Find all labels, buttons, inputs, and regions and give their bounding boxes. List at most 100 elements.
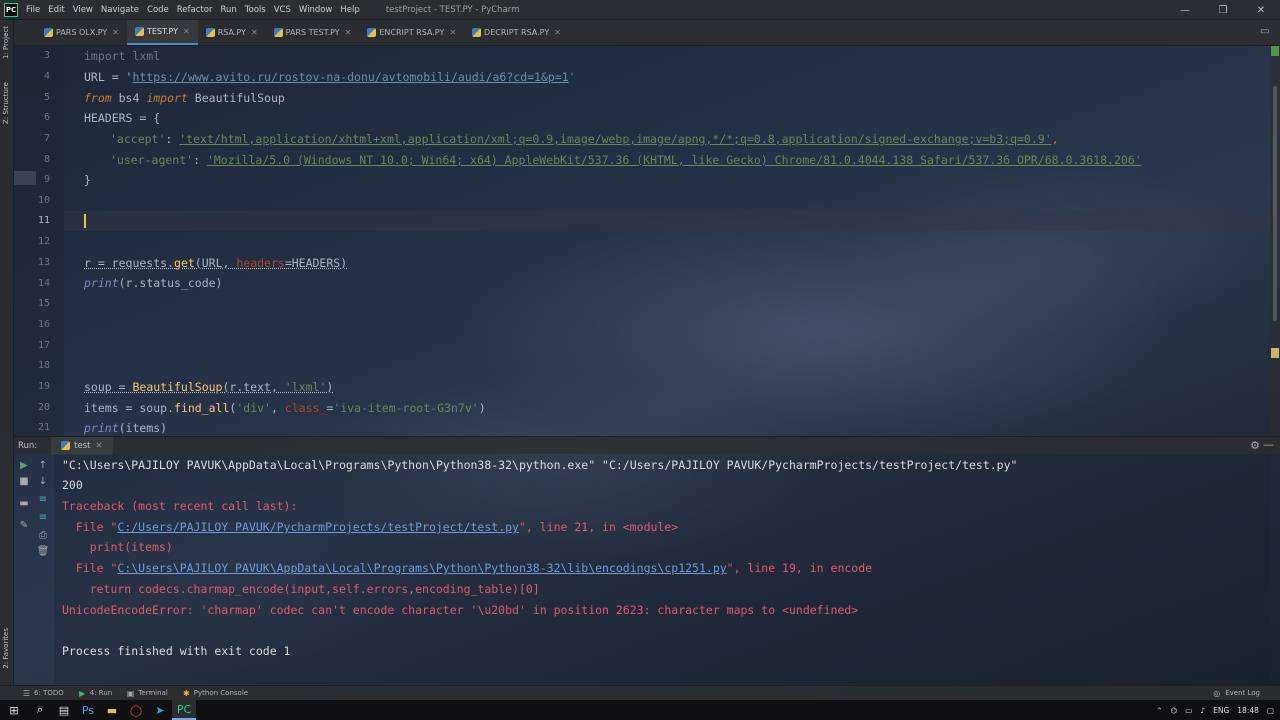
code-line-9: } [84, 173, 91, 187]
gear-icon[interactable]: ⚙ [1250, 439, 1260, 452]
down-arrow-icon[interactable]: ↓ [36, 474, 50, 488]
project-tool-tab[interactable]: 1: Project [2, 26, 10, 59]
code-editor[interactable]: import lxml URL = 'https://www.avito.ru/… [64, 46, 1270, 436]
windows-start-icon[interactable]: ⊞ [0, 700, 28, 720]
menu-vcs[interactable]: VCS [274, 5, 291, 15]
left-tool-strip: 1: Project Z: Structure 2: Favorites [0, 20, 14, 685]
pin-icon[interactable]: ✎ [17, 518, 31, 532]
close-tab-icon[interactable]: ✕ [112, 28, 119, 37]
tab-rsa[interactable]: RSA.PY ✕ [198, 20, 266, 45]
terminal-tool-button[interactable]: ▣ Terminal [126, 689, 168, 698]
tab-pars-test[interactable]: PARS TEST.PY ✕ [266, 20, 360, 45]
inspection-status-icon[interactable] [1271, 46, 1279, 56]
run-tab-test[interactable]: test ✕ [51, 436, 113, 455]
menu-code[interactable]: Code [147, 5, 169, 15]
tab-decript-rsa[interactable]: DECRIPT RSA.PY ✕ [464, 20, 569, 45]
console-file-line: File "C:\Users\PAJILOY PAVUK\AppData\Loc… [62, 561, 873, 575]
menu-help[interactable]: Help [340, 5, 359, 15]
run-panel-header: Run: test ✕ ⚙ — [14, 436, 1280, 455]
event-log-button[interactable]: ◎ Event Log [1213, 689, 1260, 698]
menu-navigate[interactable]: Navigate [101, 5, 139, 15]
close-tab-icon[interactable]: ✕ [554, 28, 561, 37]
run-tool-button[interactable]: ▶ 4: Run [78, 689, 112, 698]
line-number: 10 [37, 195, 50, 206]
code-line-4: URL = 'https://www.avito.ru/rostov-na-do… [84, 70, 576, 84]
tab-encript-rsa[interactable]: ENCRIPT RSA.PY ✕ [359, 20, 464, 45]
structure-tool-tab[interactable]: Z: Structure [2, 82, 10, 124]
scroll-thumb[interactable] [1273, 86, 1277, 321]
favorites-tool-tab[interactable]: 2: Favorites [2, 628, 10, 669]
code-line-20: items = soup.find_all('div', class_='iva… [84, 401, 486, 415]
battery-icon[interactable]: ▭ [1185, 706, 1192, 715]
console-error: UnicodeEncodeError: 'charmap' codec can'… [62, 603, 859, 617]
editor-tab-bar: PARS OLX.PY ✕ TEST.PY ✕ RSA.PY ✕ PARS TE… [14, 20, 1280, 46]
run-console[interactable]: "C:\Users\PAJILOY PAVUK\AppData\Local\Pr… [54, 454, 1270, 684]
soft-wrap-icon[interactable]: ≡ [36, 492, 50, 506]
close-tab-icon[interactable]: ✕ [251, 28, 258, 37]
menu-refactor[interactable]: Refactor [177, 5, 213, 15]
close-tab-icon[interactable]: ✕ [96, 441, 103, 451]
warning-marker-icon[interactable] [1271, 348, 1279, 358]
network-icon[interactable]: ⌬ [1171, 706, 1178, 715]
python-console-tool-button[interactable]: ✱ Python Console [182, 689, 248, 698]
python-file-icon [273, 28, 283, 37]
rerun-icon[interactable]: ▶ [17, 458, 31, 472]
code-line-14: print(r.status_code) [84, 276, 223, 290]
search-icon[interactable]: ⌕ [28, 700, 52, 720]
line-number: 12 [37, 236, 50, 247]
close-window-button[interactable]: ✕ [1242, 0, 1280, 20]
line-number: 8 [43, 154, 50, 165]
menu-window[interactable]: Window [299, 5, 333, 15]
line-number: 3 [43, 50, 50, 61]
run-icon: ▶ [79, 688, 86, 698]
clock[interactable]: 18:48 [1237, 706, 1259, 715]
text-caret [84, 214, 86, 228]
minimize-button[interactable]: — [1166, 0, 1204, 20]
print-icon[interactable]: ⎙ [36, 528, 50, 542]
line-number: 6 [43, 112, 50, 123]
menu-tools[interactable]: Tools [245, 5, 266, 15]
bottom-tool-bar: ☰ 6: TODO ▶ 4: Run ▣ Terminal ✱ Python C… [0, 685, 1280, 700]
menu-file[interactable]: File [26, 5, 40, 15]
file-link[interactable]: C:\Users\PAJILOY PAVUK\AppData\Local\Pro… [117, 561, 726, 575]
file-explorer-icon[interactable]: ▬ [100, 700, 124, 720]
pycharm-logo-icon: PC [4, 2, 18, 17]
notifications-icon[interactable]: ▢ [1267, 706, 1274, 715]
menu-view[interactable]: View [73, 5, 93, 15]
code-line-7: 'accept': 'text/html,application/xhtml+x… [110, 132, 1059, 146]
code-line-5: from bs4 import BeautifulSoup [84, 91, 285, 105]
task-view-icon[interactable]: ▤ [52, 700, 76, 720]
close-tab-icon[interactable]: ✕ [345, 28, 352, 37]
photoshop-icon[interactable]: Ps [76, 700, 100, 720]
scroll-to-end-icon[interactable]: ≡ [36, 510, 50, 524]
pycharm-taskbar-icon[interactable]: PC [172, 700, 196, 720]
close-tab-icon[interactable]: ✕ [449, 28, 456, 37]
event-log-icon: ◎ [1213, 688, 1221, 698]
minimize-panel-icon[interactable]: — [1263, 438, 1274, 451]
tab-test[interactable]: TEST.PY ✕ [126, 20, 198, 45]
tab-pars-olx[interactable]: PARS OLX.PY ✕ [36, 20, 127, 45]
file-link[interactable]: C:/Users/PAJILOY PAVUK/PycharmProjects/t… [117, 520, 519, 534]
stop-icon[interactable]: ■ [17, 474, 31, 488]
close-tab-icon[interactable]: ✕ [183, 27, 190, 36]
terminal-icon: ▣ [126, 688, 135, 698]
language-indicator[interactable]: ENG [1213, 706, 1229, 715]
chevron-up-icon[interactable]: ⌃ [1156, 706, 1162, 715]
up-arrow-icon[interactable]: ↑ [36, 458, 50, 472]
tab-list-icon[interactable]: ▭ [1260, 26, 1272, 38]
opera-icon[interactable]: ◯ [124, 700, 148, 720]
menu-edit[interactable]: Edit [48, 5, 64, 15]
line-number: 19 [37, 381, 50, 392]
todo-tool-button[interactable]: ☰ 6: TODO [22, 689, 64, 698]
url-string[interactable]: https://www.avito.ru/rostov-na-donu/avto… [132, 70, 568, 84]
python-file-icon [134, 27, 144, 36]
tab-label: RSA.PY [217, 28, 246, 37]
volume-icon[interactable]: ♪ [1200, 706, 1205, 715]
trash-icon[interactable]: 🗑 [36, 544, 50, 558]
menu-run[interactable]: Run [220, 5, 236, 15]
telegram-icon[interactable]: ➤ [148, 700, 172, 720]
editor-scrollbar[interactable] [1270, 46, 1280, 436]
restore-button[interactable]: ❐ [1204, 0, 1242, 20]
layout-icon[interactable]: ▬ [17, 496, 31, 510]
line-number-gutter: 3 4 5 6 7 8 9 10 11 12 13 14 15 16 17 18… [14, 46, 64, 436]
